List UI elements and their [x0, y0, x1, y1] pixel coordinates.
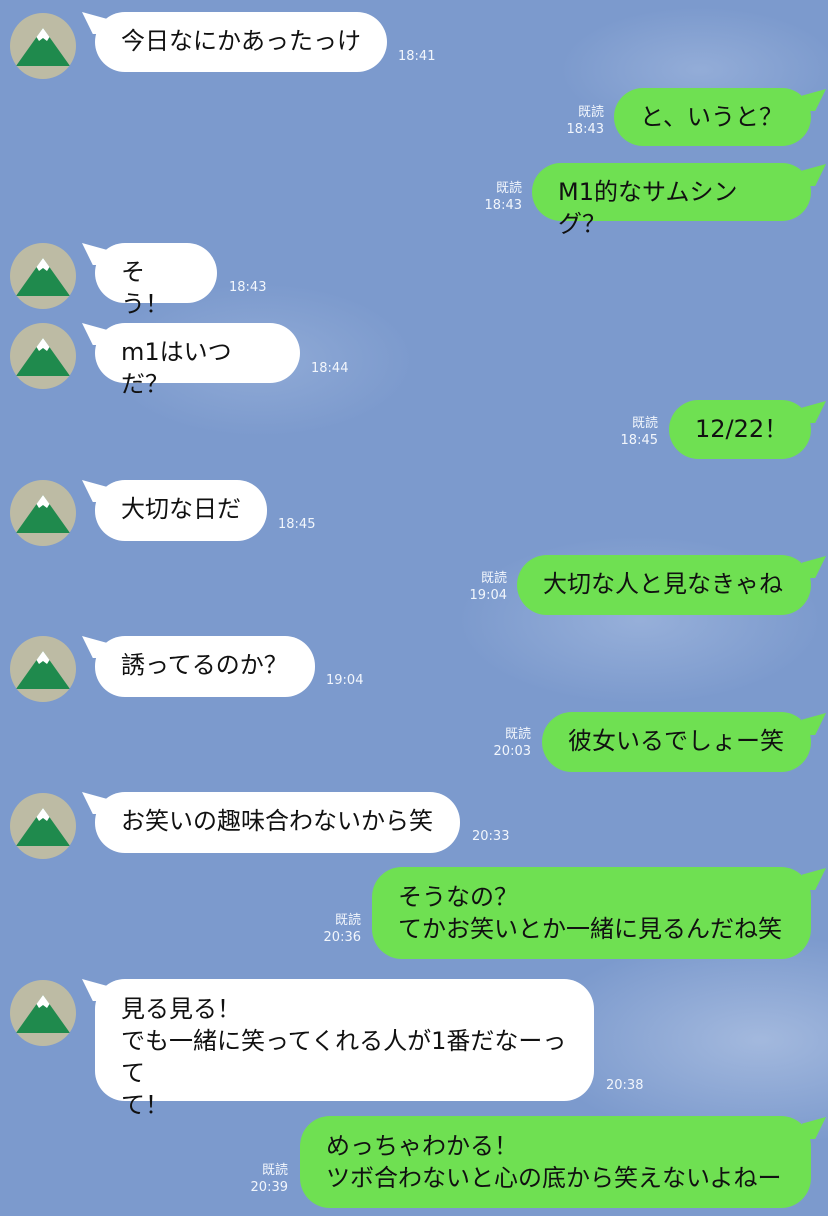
message-time: 20:33	[472, 829, 510, 844]
outgoing-message[interactable]: 彼女いるでしょー笑	[542, 712, 811, 772]
read-receipt: 既読	[334, 913, 361, 928]
message-meta: 18:43	[229, 279, 266, 296]
message-time: 19:04	[326, 673, 364, 688]
message-meta: 既読 20:36	[324, 912, 361, 946]
incoming-message[interactable]: お笑いの趣味合わないから笑	[95, 792, 460, 853]
mountain-icon	[16, 258, 70, 296]
message-meta: 18:41	[398, 48, 435, 65]
message-time: 18:45	[278, 517, 316, 532]
message-meta: 既読 20:03	[494, 726, 531, 760]
incoming-message[interactable]: そう！	[95, 243, 217, 318]
incoming-message[interactable]: 誘ってるのか？	[95, 636, 315, 697]
contact-avatar[interactable]	[10, 13, 76, 79]
message-time: 18:45	[620, 433, 658, 448]
message-time: 20:36	[323, 930, 361, 945]
mountain-icon	[16, 495, 70, 533]
read-receipt: 既読	[631, 416, 658, 431]
message-meta: 19:04	[326, 672, 363, 689]
mountain-icon	[16, 995, 70, 1033]
chat-area[interactable]: 今日なにかあったっけ 18:41 既読 18:43 と、いうと？ 既読 18:4…	[0, 0, 828, 1216]
outgoing-message[interactable]: 12/22！	[669, 400, 811, 459]
incoming-message[interactable]: 見る見る！ でも一緒に笑ってくれる人が1番だなーって て！	[95, 979, 594, 1119]
outgoing-message[interactable]: と、いうと？	[614, 88, 811, 146]
read-receipt: 既読	[504, 727, 531, 742]
message-time: 20:39	[250, 1180, 288, 1195]
message-meta: 20:33	[472, 828, 509, 845]
contact-avatar[interactable]	[10, 243, 76, 309]
message-meta: 既読 20:39	[251, 1162, 288, 1196]
message-meta: 20:38	[606, 1077, 643, 1094]
message-time: 18:43	[229, 280, 267, 295]
bubble-tail	[802, 556, 826, 578]
bubble-tail	[802, 713, 826, 735]
incoming-message[interactable]: 大切な日だ	[95, 480, 267, 541]
contact-avatar[interactable]	[10, 793, 76, 859]
bubble-tail	[802, 401, 826, 423]
message-time: 20:03	[493, 744, 531, 759]
message-time: 18:43	[484, 198, 522, 213]
outgoing-message[interactable]: M1的なサムシング？	[532, 163, 811, 238]
read-receipt: 既読	[495, 181, 522, 196]
outgoing-message[interactable]: 大切な人と見なきゃね	[517, 555, 811, 615]
read-receipt: 既読	[577, 105, 604, 120]
mountain-icon	[16, 338, 70, 376]
mountain-icon	[16, 28, 70, 66]
message-meta: 既読 18:43	[567, 104, 604, 138]
bubble-tail	[802, 868, 826, 890]
read-receipt: 既読	[261, 1163, 288, 1178]
incoming-message[interactable]: m1はいつだ？	[95, 323, 300, 398]
message-meta: 既読 18:45	[621, 415, 658, 449]
outgoing-message[interactable]: めっちゃわかる！ ツボ合わないと心の底から笑えないよねー	[300, 1116, 811, 1208]
message-meta: 18:45	[278, 516, 315, 533]
message-meta: 既読 19:04	[470, 570, 507, 604]
incoming-message[interactable]: 今日なにかあったっけ	[95, 12, 387, 72]
contact-avatar[interactable]	[10, 480, 76, 546]
message-time: 18:43	[566, 122, 604, 137]
message-time: 18:44	[311, 361, 349, 376]
contact-avatar[interactable]	[10, 636, 76, 702]
bubble-tail	[802, 164, 826, 186]
contact-avatar[interactable]	[10, 980, 76, 1046]
read-receipt: 既読	[480, 571, 507, 586]
message-time: 19:04	[469, 588, 507, 603]
message-time: 20:38	[606, 1078, 644, 1093]
contact-avatar[interactable]	[10, 323, 76, 389]
outgoing-message[interactable]: そうなの？ てかお笑いとか一緒に見るんだね笑	[372, 867, 811, 959]
message-time: 18:41	[398, 49, 436, 64]
mountain-icon	[16, 808, 70, 846]
message-meta: 既読 18:43	[485, 180, 522, 214]
bubble-tail	[802, 1117, 826, 1139]
message-meta: 18:44	[311, 360, 348, 377]
bubble-tail	[802, 89, 826, 111]
mountain-icon	[16, 651, 70, 689]
